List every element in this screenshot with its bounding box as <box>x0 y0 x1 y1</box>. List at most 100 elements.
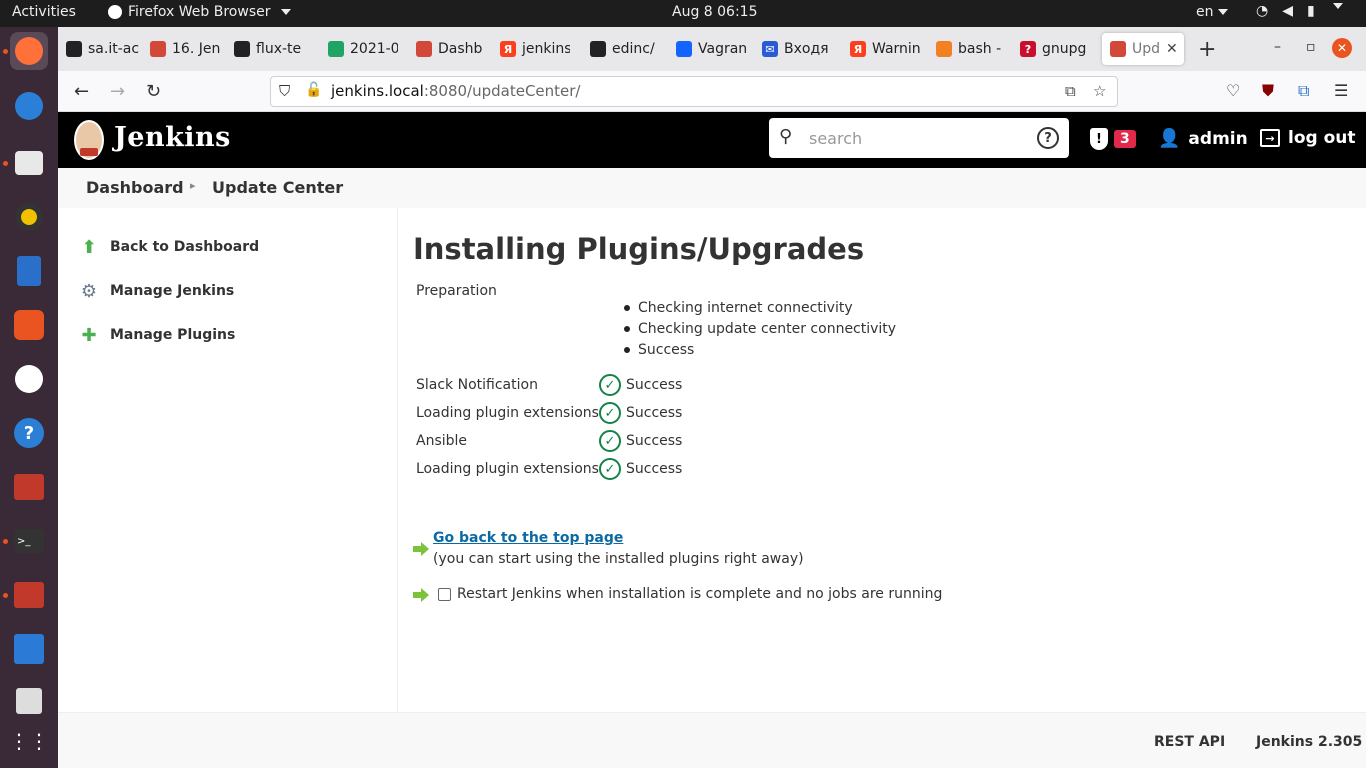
url-host: jenkins.local <box>331 82 424 100</box>
chevron-down-icon <box>280 9 291 15</box>
browser-tab[interactable]: Vagran <box>676 33 752 65</box>
search-input[interactable] <box>809 126 1029 150</box>
tab-label: flux-te <box>256 41 302 57</box>
browser-tab[interactable]: Dashb <box>416 33 486 65</box>
jenkins-icon <box>150 41 166 57</box>
plugin-name: Loading plugin extensions <box>416 405 599 421</box>
thunderbird-dock-icon[interactable] <box>10 87 48 125</box>
restart-checkbox[interactable] <box>438 587 451 601</box>
maximize-window-button[interactable]: ▫ <box>1306 39 1316 55</box>
step-text: Checking internet connectivity <box>638 299 853 316</box>
firefox-dock-icon[interactable] <box>10 32 48 70</box>
jenkins-logo-icon[interactable] <box>74 120 104 160</box>
chevron-right-icon: ▸ <box>190 179 196 192</box>
software-dock-icon[interactable] <box>10 306 48 344</box>
help-dock-icon[interactable]: ? <box>10 414 48 452</box>
browser-tab-active[interactable]: Upd ✕ <box>1102 33 1184 65</box>
close-window-button[interactable]: ✕ <box>1332 38 1352 58</box>
browser-tab[interactable]: 16. Jen <box>150 33 226 65</box>
browser-tab[interactable]: bash - <box>936 33 1006 65</box>
new-tab-button[interactable]: + <box>1198 37 1216 62</box>
terminal-red-dock-icon[interactable] <box>10 468 48 506</box>
sidebar-item-back-to-dashboard[interactable]: ⬆ Back to Dashboard <box>78 236 259 258</box>
browser-tab[interactable]: Яjenkins <box>500 33 570 65</box>
close-tab-icon[interactable]: ✕ <box>1166 41 1178 57</box>
pocket-icon[interactable]: ♡ <box>1226 81 1240 100</box>
bookmark-star-icon[interactable]: ☆ <box>1093 82 1106 100</box>
side-panel: ⬆ Back to Dashboard ⚙ Manage Jenkins ✚ M… <box>58 208 398 712</box>
logout-label: log out <box>1288 128 1356 148</box>
terminal-red-dock-icon-2[interactable] <box>10 576 48 614</box>
tracking-shield-icon[interactable]: ⛉ <box>279 82 290 100</box>
question-icon: ? <box>1020 41 1036 57</box>
forward-arrow-icon[interactable]: → <box>110 81 125 102</box>
go-back-top-link[interactable]: Go back to the top page <box>433 530 623 546</box>
terminal-dock-icon[interactable]: >_ <box>10 522 48 560</box>
minimize-window-button[interactable]: – <box>1274 39 1281 55</box>
success-check-icon: ✓ <box>599 430 621 452</box>
writer-dock-icon[interactable] <box>10 252 48 290</box>
app-menu-label: Firefox Web Browser <box>128 4 271 20</box>
navigation-bar: ← → ↻ ⛉ 🔓 jenkins.local:8080/updateCente… <box>58 71 1366 112</box>
hamburger-menu-icon[interactable]: ☰ <box>1334 81 1348 100</box>
browser-tab[interactable]: 2021-0 <box>328 33 398 65</box>
show-apps-icon[interactable]: ⋮⋮ <box>9 722 49 760</box>
rest-api-link[interactable]: REST API <box>1154 734 1225 750</box>
list-item: Checking internet connectivity <box>624 297 896 318</box>
github-icon <box>66 41 82 57</box>
list-item: Checking update center connectivity <box>624 318 896 339</box>
url-text[interactable]: jenkins.local:8080/updateCenter/ <box>331 82 581 100</box>
slack-dock-icon[interactable] <box>10 360 48 398</box>
back-arrow-icon[interactable]: ← <box>74 81 89 102</box>
breadcrumb: Dashboard ▸ Update Center <box>58 168 1366 208</box>
browser-tab[interactable]: flux-te <box>234 33 310 65</box>
sidebar-item-manage-plugins[interactable]: ✚ Manage Plugins <box>78 324 235 346</box>
text-editor-dock-icon[interactable] <box>10 682 48 720</box>
clock[interactable]: Aug 8 06:15 <box>672 4 758 20</box>
activities-button[interactable]: Activities <box>12 4 76 20</box>
rhythmbox-dock-icon[interactable] <box>10 198 48 236</box>
sidebar-item-manage-jenkins[interactable]: ⚙ Manage Jenkins <box>78 280 234 302</box>
breadcrumb-update-center[interactable]: Update Center <box>212 178 343 197</box>
user-menu[interactable]: 👤 admin <box>1158 128 1248 149</box>
success-check-icon: ✓ <box>599 374 621 396</box>
translate-extension-icon[interactable]: ⧉ <box>1298 81 1309 101</box>
running-indicator <box>3 161 8 166</box>
page-footer: REST API Jenkins 2.305 <box>58 712 1366 768</box>
breadcrumb-dashboard[interactable]: Dashboard <box>86 178 184 197</box>
language-indicator[interactable]: en <box>1196 4 1228 20</box>
browser-tab[interactable]: edinc/ <box>590 33 660 65</box>
url-bar[interactable]: ⛉ 🔓 jenkins.local:8080/updateCenter/ ⧉ ☆ <box>270 76 1118 107</box>
browser-tab[interactable]: ? gnupg <box>1020 33 1090 65</box>
help-icon[interactable]: ? <box>1037 127 1059 149</box>
logout-button[interactable]: → log out <box>1260 128 1356 148</box>
files-dock-icon[interactable] <box>10 144 48 182</box>
browser-tab[interactable]: sa.it-ac <box>66 33 142 65</box>
plugin-status: Success <box>626 433 683 449</box>
tab-label: sa.it-ac <box>88 41 140 57</box>
ublock-icon[interactable]: ⛊ <box>1262 81 1274 101</box>
running-indicator <box>3 539 8 544</box>
tab-label: Upd <box>1132 41 1161 57</box>
translate-icon[interactable]: ⧉ <box>1065 82 1076 100</box>
volume-icon: ◀ <box>1282 3 1293 19</box>
jenkins-title[interactable]: Jenkins <box>114 122 231 153</box>
gear-icon: ⚙ <box>80 280 98 302</box>
system-tray[interactable]: ◔ ◀ ▮ <box>1256 3 1343 19</box>
system-top-bar: Activities Firefox Web Browser Aug 8 06:… <box>0 0 1366 27</box>
sidebar-item-label: Manage Jenkins <box>110 283 235 299</box>
app-menu[interactable]: Firefox Web Browser <box>108 4 291 20</box>
restart-option[interactable]: Restart Jenkins when installation is com… <box>438 586 942 602</box>
jenkins-version-link[interactable]: Jenkins 2.305 <box>1256 734 1362 750</box>
lock-icon[interactable]: 🔓 <box>305 82 322 98</box>
security-alerts[interactable]: ! 3 <box>1090 128 1136 150</box>
system-monitor-dock-icon[interactable] <box>10 630 48 668</box>
google-drive-icon <box>328 41 344 57</box>
chevron-down-icon <box>1217 9 1228 15</box>
browser-tab[interactable]: Я Warnin <box>850 33 922 65</box>
yandex-icon: Я <box>500 41 516 57</box>
browser-tab[interactable]: ✉ Входя <box>762 33 834 65</box>
tab-label: 16. Jen <box>172 41 221 57</box>
reload-icon[interactable]: ↻ <box>146 81 161 102</box>
tab-strip: sa.it-ac 16. Jen flux-te 2021-0 Dashb Яj… <box>58 27 1366 71</box>
